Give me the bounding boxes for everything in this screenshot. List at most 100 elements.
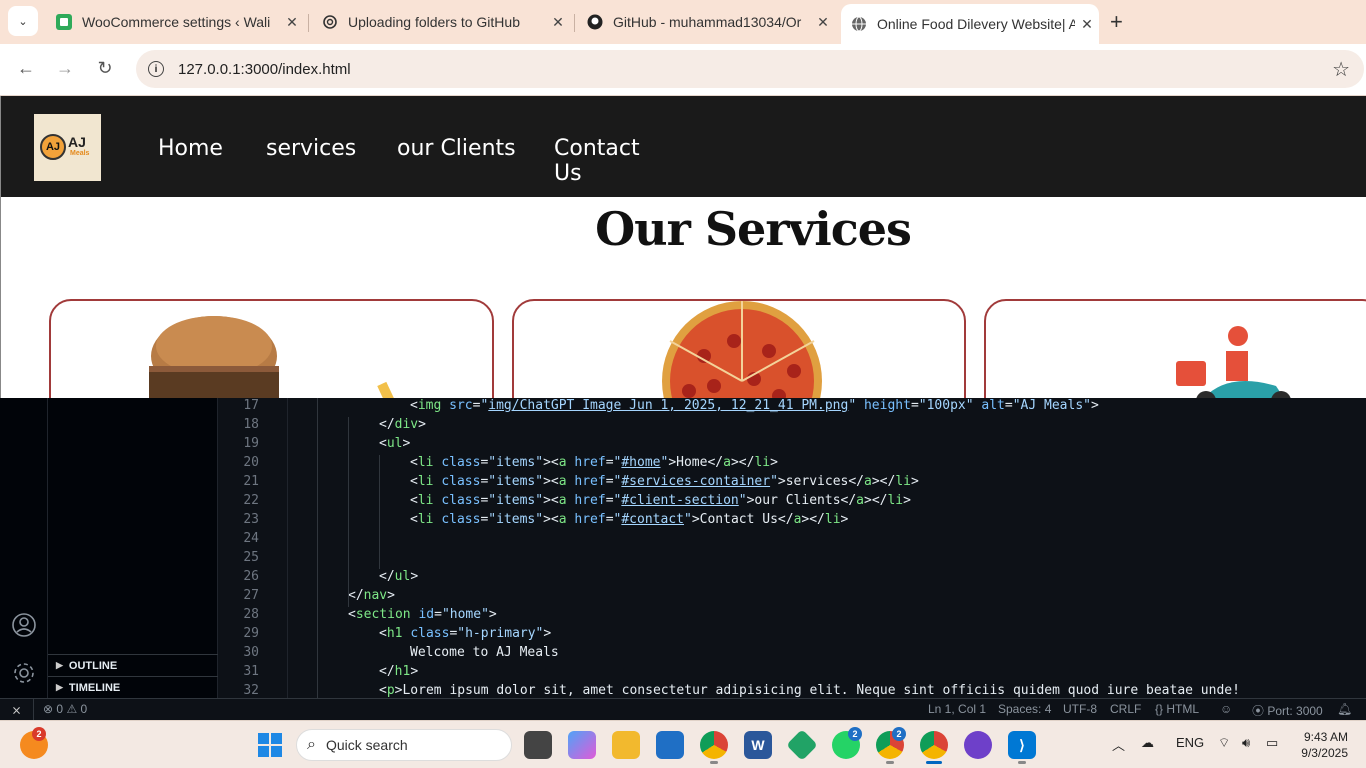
input-language[interactable]: ENG [1176, 735, 1204, 750]
code-token: class [441, 512, 481, 527]
notification-badge: 2 [32, 727, 46, 741]
account-icon[interactable] [11, 612, 37, 638]
code-token: Home [676, 455, 708, 470]
service-card-delivery[interactable] [984, 299, 1366, 398]
close-icon[interactable]: ✕ [546, 14, 570, 31]
chrome-profile-icon[interactable] [700, 731, 728, 759]
end-of-line[interactable]: CRLF [1110, 702, 1141, 716]
code-token: ></ [730, 455, 755, 470]
code-token: > [543, 455, 551, 470]
line-number-gutter: 17 18 19 20 21 22 23 24 25 26 27 28 29 30 31 32 [218, 398, 288, 698]
code-token: li [417, 512, 434, 527]
task-view-icon[interactable] [524, 731, 552, 759]
problems-indicator[interactable]: ⊗ 0 ⚠ 0 [43, 702, 87, 716]
code-token: img/ChatGPT Image Jun 1, 2025, 12_21_41 … [488, 398, 849, 413]
file-explorer-icon[interactable] [612, 731, 640, 759]
cursor-position[interactable]: Ln 1, Col 1 [928, 702, 986, 716]
code-token: < [550, 455, 559, 470]
code-token: href [574, 474, 606, 489]
code-editor: ▶ OUTLINE ▶ TIMELINE 17 18 19 20 21 22 23 24 25 26 2… [0, 398, 1366, 698]
code-token: ></ [864, 493, 888, 508]
logo-mark: AJ [40, 134, 66, 160]
tab-uploading-folders[interactable]: Uploading folders to GitHub ✕ [312, 6, 570, 38]
close-icon[interactable]: ✕ [1075, 16, 1099, 33]
nav-link-home[interactable]: Home [158, 136, 266, 186]
site-logo[interactable]: AJ AJ Meals [34, 114, 101, 181]
tab-search-dropdown[interactable]: ⌄ [8, 6, 38, 36]
battery-icon[interactable]: ▭ [1266, 735, 1278, 751]
tray-overflow-chevron-icon[interactable]: ︿ [1112, 735, 1125, 754]
system-clock[interactable]: 9:43 AM 9/3/2025 [1296, 729, 1348, 761]
indentation[interactable]: Spaces: 4 [998, 702, 1051, 716]
code-token: = [605, 512, 614, 527]
live-server-port[interactable]: ⦿ Port: 3000 [1252, 702, 1323, 719]
remote-indicator-icon[interactable]: ⨯ [0, 699, 34, 721]
tab-online-food-delivery[interactable]: Online Food Dilevery Website| A ✕ [841, 4, 1099, 44]
section-label: OUTLINE [68, 659, 118, 672]
github-icon [587, 14, 603, 30]
copilot-icon[interactable]: ☺ [1220, 702, 1232, 716]
code-line: <section id="home"> [348, 605, 497, 624]
windows-start-icon[interactable] [256, 731, 284, 759]
address-bar[interactable]: i 127.0.0.1:3000/index.html ☆ [136, 50, 1364, 88]
service-card-burger[interactable] [49, 299, 494, 398]
service-card-pizza[interactable] [512, 299, 966, 398]
microsoft-store-icon[interactable] [656, 731, 684, 759]
close-icon[interactable]: ✕ [811, 14, 835, 31]
site-info-icon[interactable]: i [148, 61, 164, 77]
app-diamond-icon[interactable] [786, 729, 818, 761]
forward-arrow-icon[interactable]: → [53, 58, 77, 79]
timeline-section[interactable]: ▶ TIMELINE [48, 676, 218, 698]
nav-link-contact-us[interactable]: Contact Us [554, 136, 674, 186]
code-token: li [754, 455, 771, 470]
new-tab-plus-icon[interactable]: + [1110, 9, 1123, 35]
code-token: ></ [871, 474, 896, 489]
chrome-badge: 2 [892, 727, 906, 741]
back-arrow-icon[interactable]: ← [14, 58, 38, 79]
chrome-active-icon[interactable] [920, 731, 948, 759]
code-token: li [824, 512, 841, 527]
code-token: > [840, 512, 849, 527]
line-number: 21 [243, 474, 259, 489]
code-token: = [605, 455, 614, 470]
settings-gear-icon[interactable] [11, 660, 37, 686]
copilot-app-icon[interactable] [568, 731, 596, 759]
github-desktop-icon[interactable] [964, 731, 992, 759]
code-token: < [410, 474, 418, 489]
language-mode[interactable]: {} HTML [1155, 702, 1199, 716]
woocommerce-icon [56, 14, 72, 30]
tab-github[interactable]: GitHub - muhammad13034/Or ✕ [577, 6, 835, 38]
outline-section[interactable]: ▶ OUTLINE [48, 654, 218, 676]
code-token: #client-section [621, 493, 739, 508]
wifi-icon[interactable]: ⌔ [1218, 735, 1230, 751]
code-line: Welcome to AJ Meals [410, 643, 559, 662]
volume-icon[interactable]: 🔊︎ [1242, 735, 1250, 751]
bookmark-star-icon[interactable]: ☆ [1332, 57, 1350, 82]
code-token: #services-container [621, 474, 771, 489]
code-area[interactable]: <img src="img/ChatGPT Image Jun 1, 2025,… [288, 398, 1352, 698]
code-token: li [417, 474, 434, 489]
vscode-icon[interactable]: ⟩ [1008, 731, 1036, 759]
notifications-bell-icon[interactable]: 🔔︎ [1337, 702, 1352, 716]
reload-icon[interactable]: ↻ [93, 58, 117, 79]
code-token: p [386, 683, 395, 698]
clock-time: 9:43 AM [1303, 730, 1348, 744]
close-icon[interactable]: ✕ [280, 14, 304, 31]
code-token: ul [394, 569, 411, 584]
code-line: <li class="items"><a href="#contact">Con… [410, 510, 848, 529]
code-token: href [574, 493, 606, 508]
code-token: href [574, 512, 606, 527]
code-token: ></ [801, 512, 825, 527]
word-icon[interactable]: W [744, 731, 772, 759]
line-number: 20 [243, 455, 259, 470]
website-viewport: AJ AJ Meals Home services our Clients Co… [0, 96, 1366, 398]
taskbar-search[interactable]: ⌕ Quick search [296, 729, 512, 761]
tab-woocommerce[interactable]: WooCommerce settings ‹ Wali ✕ [46, 6, 304, 38]
onedrive-cloud-icon[interactable]: ☁ [1141, 735, 1154, 751]
code-line: </nav> [348, 586, 395, 605]
encoding[interactable]: UTF-8 [1063, 702, 1097, 716]
code-token: section [355, 607, 411, 622]
nav-link-services[interactable]: services [266, 136, 397, 186]
nav-link-our-clients[interactable]: our Clients [397, 136, 554, 186]
site-nav-links: Home services our Clients Contact Us [158, 136, 674, 186]
